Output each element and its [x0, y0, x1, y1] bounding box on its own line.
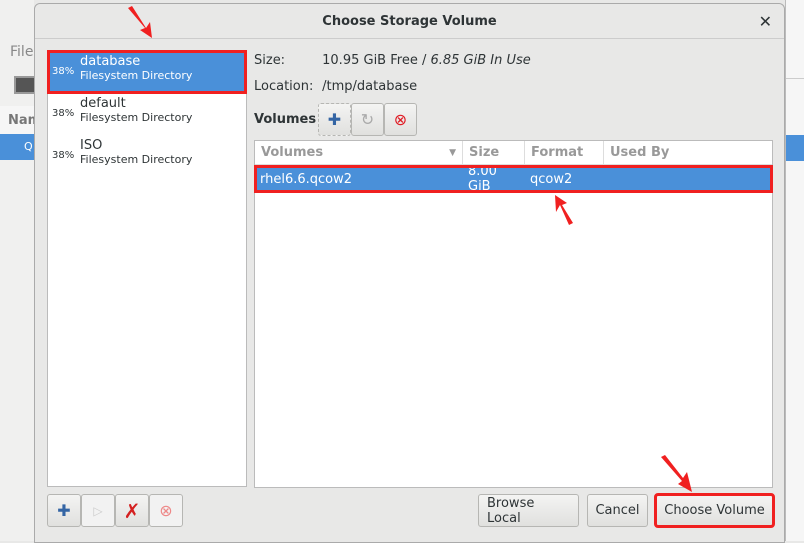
annotation-arrow-volume — [555, 195, 573, 225]
annotation-arrows — [128, 6, 692, 492]
annotation-arrow-pool — [128, 6, 152, 38]
annotation-arrow-button — [661, 455, 692, 492]
